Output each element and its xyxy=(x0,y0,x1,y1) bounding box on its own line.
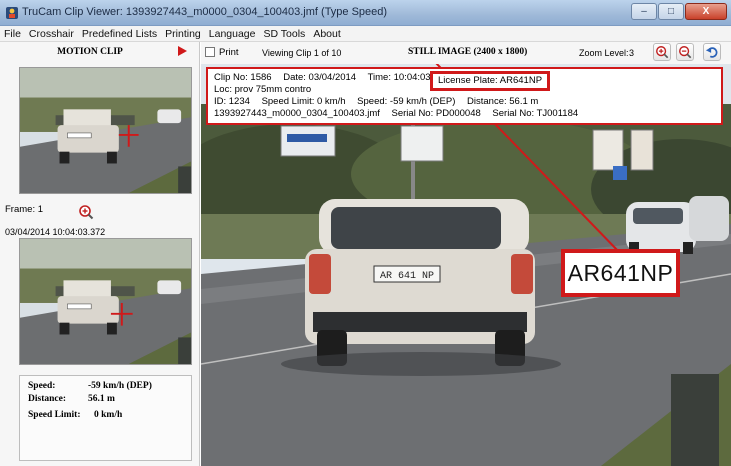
zoom-in-button[interactable] xyxy=(653,43,671,61)
frame-timestamp: 03/04/2014 10:04:03.372 xyxy=(5,227,106,237)
serial-number-2: Serial No: TJ001184 xyxy=(492,108,579,119)
zoom-level-label: Zoom Level: xyxy=(579,48,629,58)
motion-clip-panel: MOTION CLIP Frame: 1 03/04/2014 10:04:03… xyxy=(0,42,200,466)
print-label: Print xyxy=(219,47,239,58)
app-icon xyxy=(6,7,18,19)
clip-info-box: Clip No: 1586 Date: 03/04/2014 Time: 10:… xyxy=(206,67,723,125)
car-license-plate: AR 641 NP xyxy=(380,271,434,282)
speed-text: Speed: -59 km/h (DEP) xyxy=(357,96,456,107)
reset-view-button[interactable] xyxy=(703,43,721,61)
menu-printing[interactable]: Printing xyxy=(165,28,201,40)
speed-label: Speed: xyxy=(28,381,56,391)
zoom-in-icon[interactable] xyxy=(78,204,94,220)
still-image-title: STILL IMAGE (2400 x 1800) xyxy=(408,47,528,57)
window-title: TruCam Clip Viewer: 1393927443_m0000_030… xyxy=(22,6,388,18)
distance-value: 56.1 m xyxy=(88,394,115,404)
clip-date: Date: 03/04/2014 xyxy=(283,72,357,83)
viewing-clip-label: Viewing Clip 1 of 10 xyxy=(262,48,342,58)
play-icon[interactable] xyxy=(176,45,188,57)
clip-filename: 1393927443_m0000_0304_100403.jmf xyxy=(214,108,380,119)
license-plate-tag: License Plate: AR641NP xyxy=(430,71,551,91)
speed-limit-value: 0 km/h xyxy=(94,410,123,420)
speed-summary: Speed: -59 km/h (DEP) Distance: 56.1 m S… xyxy=(19,375,192,461)
undo-icon xyxy=(705,47,718,58)
menu-crosshair[interactable]: Crosshair xyxy=(29,28,74,40)
distance-label: Distance: xyxy=(28,394,66,404)
menu-about[interactable]: About xyxy=(313,28,340,40)
device-id: ID: 1234 xyxy=(214,96,250,107)
speed-limit-label: Speed Limit: xyxy=(28,410,81,420)
motion-clip-thumbnail[interactable] xyxy=(19,67,192,194)
minimize-button[interactable]: – xyxy=(631,3,657,20)
menu-language[interactable]: Language xyxy=(209,28,256,40)
frame-thumbnail[interactable] xyxy=(19,238,192,365)
still-image-toolbar: Print Viewing Clip 1 of 10 STILL IMAGE (… xyxy=(201,42,731,64)
maximize-button[interactable]: □ xyxy=(658,3,684,20)
clip-number: Clip No: 1586 xyxy=(214,72,272,83)
motion-clip-title: MOTION CLIP xyxy=(57,47,123,57)
frame-label: Frame: 1 xyxy=(5,204,44,215)
window-titlebar[interactable]: TruCam Clip Viewer: 1393927443_m0000_030… xyxy=(0,0,731,26)
speed-value: -59 km/h (DEP) xyxy=(88,381,152,391)
menu-sd-tools[interactable]: SD Tools xyxy=(263,28,305,40)
serial-number-1: Serial No: PD000048 xyxy=(391,108,481,119)
menu-file[interactable]: File xyxy=(4,28,21,40)
zoom-out-button[interactable] xyxy=(676,43,694,61)
menu-predefined-lists[interactable]: Predefined Lists xyxy=(82,28,157,40)
license-plate-zoom: AR641NP xyxy=(561,249,680,297)
zoom-level-value: 3 xyxy=(629,48,635,58)
distance-text: Distance: 56.1 m xyxy=(467,96,539,107)
zoom-in-icon xyxy=(656,46,669,59)
zoom-out-icon xyxy=(679,46,692,59)
close-button[interactable]: X xyxy=(685,3,727,20)
clip-time: Time: 10:04:03 xyxy=(367,72,431,83)
speed-limit-text: Speed Limit: 0 km/h xyxy=(261,96,346,107)
print-checkbox[interactable] xyxy=(205,47,215,57)
menu-bar: File Crosshair Predefined Lists Printing… xyxy=(0,26,731,42)
